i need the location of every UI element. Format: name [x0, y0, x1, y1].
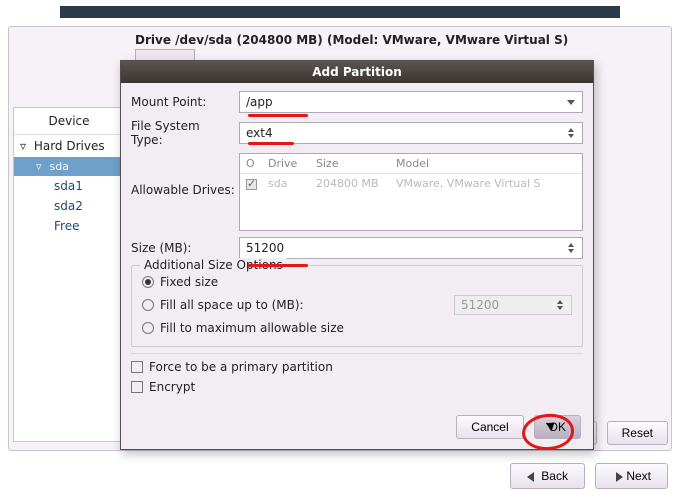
reset-button[interactable]: Reset: [607, 421, 668, 445]
drive-header: Drive /dev/sda (204800 MB) (Model: VMwar…: [135, 33, 568, 47]
force-primary-label: Force to be a primary partition: [149, 360, 333, 374]
back-button[interactable]: Back: [510, 463, 585, 489]
cancel-button[interactable]: Cancel: [456, 415, 523, 439]
col-size: Size: [310, 154, 390, 173]
tree-root-label: Hard Drives: [34, 139, 105, 153]
back-label: Back: [541, 469, 568, 483]
updown-icon: [564, 123, 578, 143]
radio-icon: [142, 322, 154, 334]
drive-row-name: sda: [262, 174, 310, 193]
tree-sda[interactable]: ▿ sda: [14, 157, 124, 176]
fstype-label: File System Type:: [131, 119, 239, 147]
tree-hard-drives[interactable]: ▿ Hard Drives: [14, 135, 124, 157]
encrypt-check[interactable]: Encrypt: [131, 377, 583, 397]
tree-sda1[interactable]: sda1: [14, 176, 124, 196]
fstype-combo[interactable]: ext4: [239, 122, 583, 144]
radio-icon: [142, 276, 154, 288]
drive-row-size: 204800 MB: [310, 174, 390, 193]
updown-icon: [553, 296, 567, 314]
checkbox-icon: [131, 381, 143, 393]
checkbox-icon: [131, 361, 143, 373]
updown-icon: [564, 238, 578, 258]
group-title: Additional Size Options: [140, 258, 287, 272]
radio-fillmax-label: Fill to maximum allowable size: [160, 321, 344, 335]
radio-fillup[interactable]: Fill all space up to (MB): 51200: [142, 292, 572, 318]
force-primary-check[interactable]: Force to be a primary partition: [131, 353, 583, 377]
size-options-group: Additional Size Options Fixed size Fill …: [131, 265, 583, 347]
toggle-icon: ▿: [20, 139, 30, 153]
tree-free[interactable]: Free: [14, 216, 124, 236]
mount-point-value: /app: [246, 95, 273, 109]
radio-fillmax[interactable]: Fill to maximum allowable size: [142, 318, 572, 338]
drive-row-model: VMware, VMware Virtual S: [390, 174, 582, 193]
sidebar-heading: Device: [14, 108, 124, 135]
radio-fixed-label: Fixed size: [160, 275, 218, 289]
allowable-drives-label: Allowable Drives:: [131, 153, 239, 197]
dialog-title[interactable]: Add Partition: [121, 61, 593, 83]
arrow-left-icon: [527, 472, 534, 482]
arrow-right-icon: [616, 472, 623, 482]
fstype-value: ext4: [246, 126, 273, 140]
col-check: O: [240, 154, 262, 173]
tree-sda-label: sda: [50, 160, 69, 173]
add-partition-dialog: Add Partition Mount Point: /app File Sys…: [120, 60, 594, 450]
ok-button[interactable]: OK: [534, 415, 581, 439]
tree-sda2[interactable]: sda2: [14, 196, 124, 216]
col-drive: Drive: [262, 154, 310, 173]
fillup-value: 51200: [461, 298, 499, 312]
size-label: Size (MB):: [131, 241, 239, 255]
next-label: Next: [626, 469, 651, 483]
fillup-spin: 51200: [454, 295, 572, 315]
mount-point-label: Mount Point:: [131, 95, 239, 109]
radio-fixed[interactable]: Fixed size: [142, 272, 572, 292]
drive-checkbox[interactable]: [246, 179, 257, 190]
allowable-drives-list[interactable]: O Drive Size Model sda 204800 MB VMware,…: [239, 153, 583, 231]
installer-top-strip: [60, 6, 620, 18]
drive-row[interactable]: sda 204800 MB VMware, VMware Virtual S: [240, 174, 582, 193]
radio-icon: [142, 299, 154, 311]
encrypt-label: Encrypt: [149, 380, 195, 394]
next-button[interactable]: Next: [595, 463, 668, 489]
toggle-icon: ▿: [36, 160, 46, 173]
radio-fillup-label: Fill all space up to (MB):: [160, 298, 304, 312]
mount-point-combo[interactable]: /app: [239, 91, 583, 113]
device-sidebar: Device ▿ Hard Drives ▿ sda sda1 sda2 Fre…: [13, 107, 125, 442]
size-spin[interactable]: 51200: [239, 237, 583, 259]
chevron-down-icon: [564, 92, 578, 112]
col-model: Model: [390, 154, 582, 173]
size-value: 51200: [246, 241, 284, 255]
